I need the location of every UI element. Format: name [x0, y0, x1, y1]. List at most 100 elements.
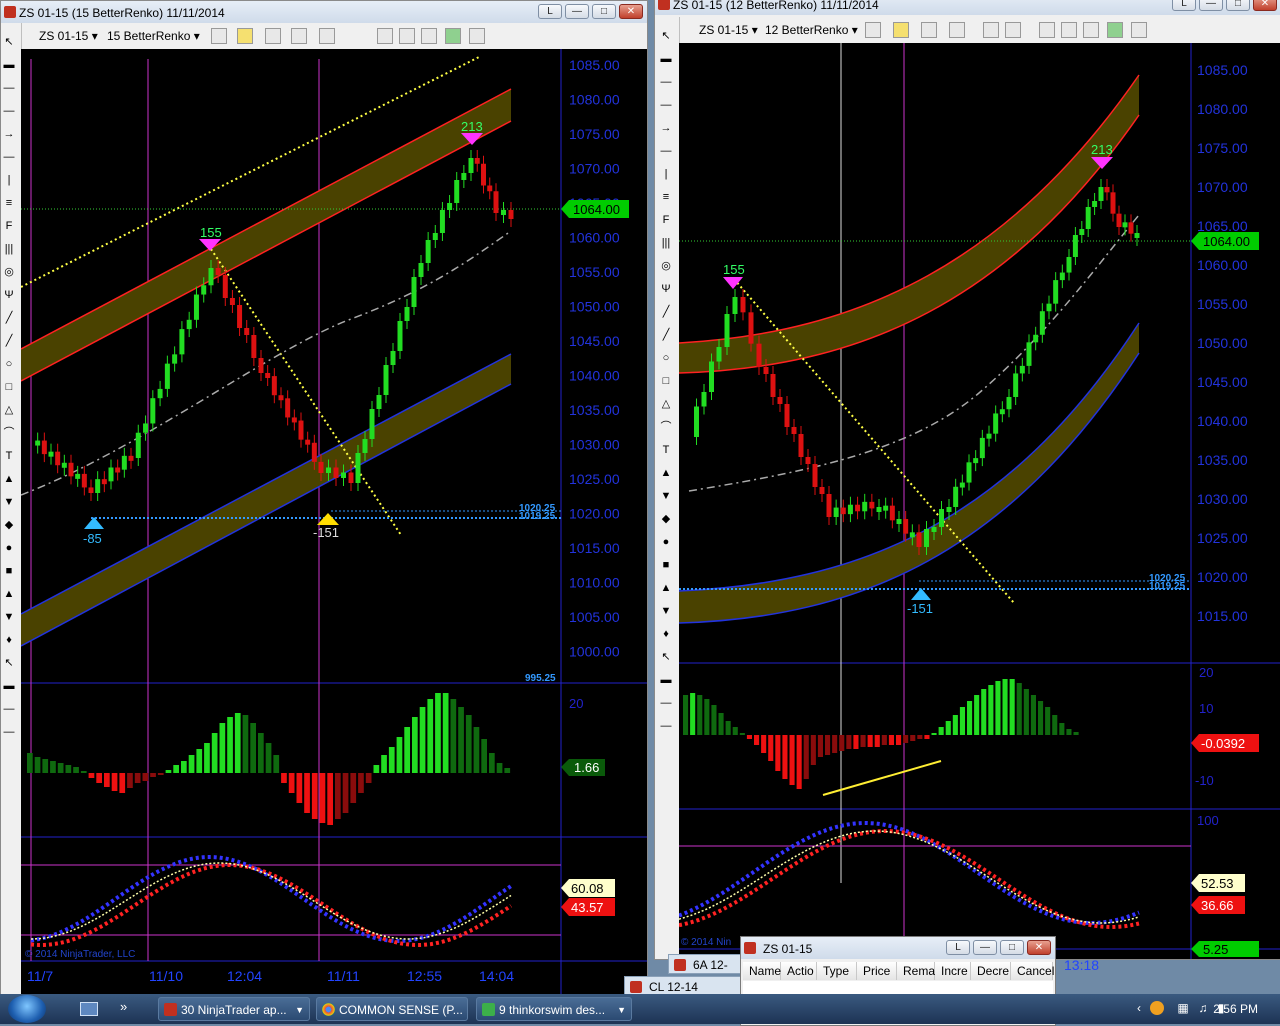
drawing-tool-icon[interactable]: ▲	[2, 472, 16, 486]
drawing-tool-icon[interactable]: ≡	[2, 196, 16, 210]
column-name[interactable]: Name	[743, 962, 781, 980]
strategies-icon[interactable]	[1061, 22, 1077, 38]
drawing-tool-icon[interactable]: △	[659, 397, 673, 411]
drawing-tool-icon[interactable]: ⌒	[659, 420, 673, 434]
drawing-tool-icon[interactable]: —	[2, 150, 16, 164]
right-title-bar[interactable]: ZS 01-15 (12 BetterRenko) 11/11/2014 L —…	[655, 0, 1280, 15]
indicators-icon[interactable]	[377, 28, 393, 44]
link-button[interactable]: L	[1172, 0, 1196, 11]
close-button[interactable]: ✕	[619, 4, 643, 19]
drawing-tool-icon[interactable]: ↖	[2, 35, 16, 49]
chart-trader-icon[interactable]	[421, 28, 437, 44]
properties-icon[interactable]	[469, 28, 485, 44]
link-button[interactable]: L	[538, 4, 562, 19]
drawing-tool-icon[interactable]: △	[2, 403, 16, 417]
cross-cursor-icon[interactable]	[983, 22, 999, 38]
zoom-icon[interactable]	[291, 28, 307, 44]
taskbar-button-thinkorswim[interactable]: 9 thinkorswim des... ▼	[476, 997, 632, 1021]
minimize-button[interactable]: —	[973, 940, 997, 955]
drawing-tool-icon[interactable]: ╱	[659, 305, 673, 319]
drawing-tool-icon[interactable]: ↖	[2, 656, 16, 670]
drawing-tool-icon[interactable]: ▲	[659, 466, 673, 480]
drawing-tool-icon[interactable]: ▬	[659, 673, 673, 687]
minimized-window-6a[interactable]: 6A 12-14	[668, 954, 742, 992]
drawing-tool-icon[interactable]: ▼	[659, 604, 673, 618]
link-button[interactable]: L	[946, 940, 970, 955]
start-button[interactable]	[8, 995, 46, 1023]
dollar-icon[interactable]	[1107, 22, 1123, 38]
drawing-tool-icon[interactable]: □	[2, 380, 16, 394]
maximize-button[interactable]: □	[592, 4, 616, 19]
orders-title-bar[interactable]: ZS 01-15 L — □ ✕	[741, 937, 1055, 959]
drawing-tool-icon[interactable]: ♦	[659, 627, 673, 641]
quick-launch-chevron-icon[interactable]: »	[120, 999, 127, 1014]
right-chart-window[interactable]: ZS 01-15 (12 BetterRenko) 11/11/2014 L —…	[654, 0, 1280, 960]
drawing-tool-icon[interactable]: ≡	[659, 190, 673, 204]
properties-icon[interactable]	[1131, 22, 1147, 38]
drawing-tool-icon[interactable]: ⌒	[2, 426, 16, 440]
drawing-tool-icon[interactable]: ╱	[2, 311, 16, 325]
crosshair-icon[interactable]	[265, 28, 281, 44]
left-title-bar[interactable]: ZS 01-15 (15 BetterRenko) 11/11/2014 L —…	[1, 1, 647, 23]
taskbar-button-chrome[interactable]: COMMON SENSE (P...	[316, 997, 468, 1021]
drawing-tool-icon[interactable]: T	[659, 443, 673, 457]
drawing-tool-icon[interactable]: ▬	[2, 58, 16, 72]
drawing-pencil-icon[interactable]	[893, 22, 909, 38]
column-action[interactable]: Actio	[781, 962, 817, 980]
volume-icon[interactable]: ♫	[1196, 1001, 1210, 1015]
drawing-tool-icon[interactable]: —	[2, 702, 16, 716]
drawing-tool-icon[interactable]: ■	[2, 564, 16, 578]
drawing-tool-icon[interactable]: ●	[2, 541, 16, 555]
drawing-tool-icon[interactable]: ◆	[659, 512, 673, 526]
drawing-tool-icon[interactable]: ↖	[659, 650, 673, 664]
column-cancel[interactable]: Cancel	[1011, 962, 1054, 980]
drawing-tool-icon[interactable]: —	[659, 696, 673, 710]
column-increase[interactable]: Incre	[935, 962, 971, 980]
column-price[interactable]: Price	[857, 962, 897, 980]
drawing-tool-icon[interactable]: ◆	[2, 518, 16, 532]
close-button[interactable]: ✕	[1253, 0, 1277, 11]
drawing-tool-icon[interactable]: |	[659, 167, 673, 181]
strategies-icon[interactable]	[399, 28, 415, 44]
minimize-button[interactable]: —	[1199, 0, 1223, 11]
column-decrease[interactable]: Decre	[971, 962, 1011, 980]
drawing-tool-icon[interactable]: —	[659, 144, 673, 158]
chart-trader-icon[interactable]	[1083, 22, 1099, 38]
drawing-tool-icon[interactable]: |||	[2, 242, 16, 256]
drawing-tool-icon[interactable]: —	[2, 725, 16, 739]
drawing-tool-icon[interactable]: —	[2, 104, 16, 118]
taskbar-button-ninjatrader[interactable]: 30 NinjaTrader ap... ▼	[158, 997, 310, 1021]
drawing-tool-icon[interactable]: —	[659, 75, 673, 89]
drawing-tool-icon[interactable]: —	[2, 81, 16, 95]
maximize-button[interactable]: □	[1000, 940, 1024, 955]
drawing-tool-icon[interactable]: Ψ	[2, 288, 16, 302]
drawing-tool-icon[interactable]: ▼	[659, 489, 673, 503]
magnifier-icon[interactable]	[1005, 22, 1021, 38]
drawing-tool-icon[interactable]: Ψ	[659, 282, 673, 296]
drawing-tool-icon[interactable]: ♦	[2, 633, 16, 647]
drawing-tool-icon[interactable]: □	[659, 374, 673, 388]
drawing-tool-icon[interactable]: T	[2, 449, 16, 463]
drawing-tool-icon[interactable]: ╱	[2, 334, 16, 348]
drawing-tool-icon[interactable]: F	[2, 219, 16, 233]
drawing-tool-icon[interactable]: ▲	[659, 581, 673, 595]
drawing-tool-icon[interactable]: |||	[659, 236, 673, 250]
drawing-tool-icon[interactable]: ↖	[659, 29, 673, 43]
drawing-tool-icon[interactable]: —	[659, 98, 673, 112]
bar-type-selector[interactable]: 15 BetterRenko ▾	[107, 27, 200, 45]
network-icon[interactable]: ▦	[1176, 1001, 1190, 1015]
show-desktop-icon[interactable]	[80, 1002, 98, 1016]
drawing-tool-icon[interactable]: |	[2, 173, 16, 187]
bar-type-selector[interactable]: 12 BetterRenko ▾	[765, 21, 858, 39]
drawing-tool-icon[interactable]: ▼	[2, 610, 16, 624]
drawing-tool-icon[interactable]: ○	[659, 351, 673, 365]
close-button[interactable]: ✕	[1027, 940, 1051, 955]
drawing-tool-icon[interactable]: ▬	[659, 52, 673, 66]
indicators-icon[interactable]	[1039, 22, 1055, 38]
bar-style-icon[interactable]	[865, 22, 881, 38]
bar-style-icon[interactable]	[211, 28, 227, 44]
zoom-icon[interactable]	[949, 22, 965, 38]
drawing-tool-icon[interactable]: ◎	[659, 259, 673, 273]
drawing-tool-icon[interactable]: ◎	[2, 265, 16, 279]
drawing-tool-icon[interactable]: ■	[659, 558, 673, 572]
